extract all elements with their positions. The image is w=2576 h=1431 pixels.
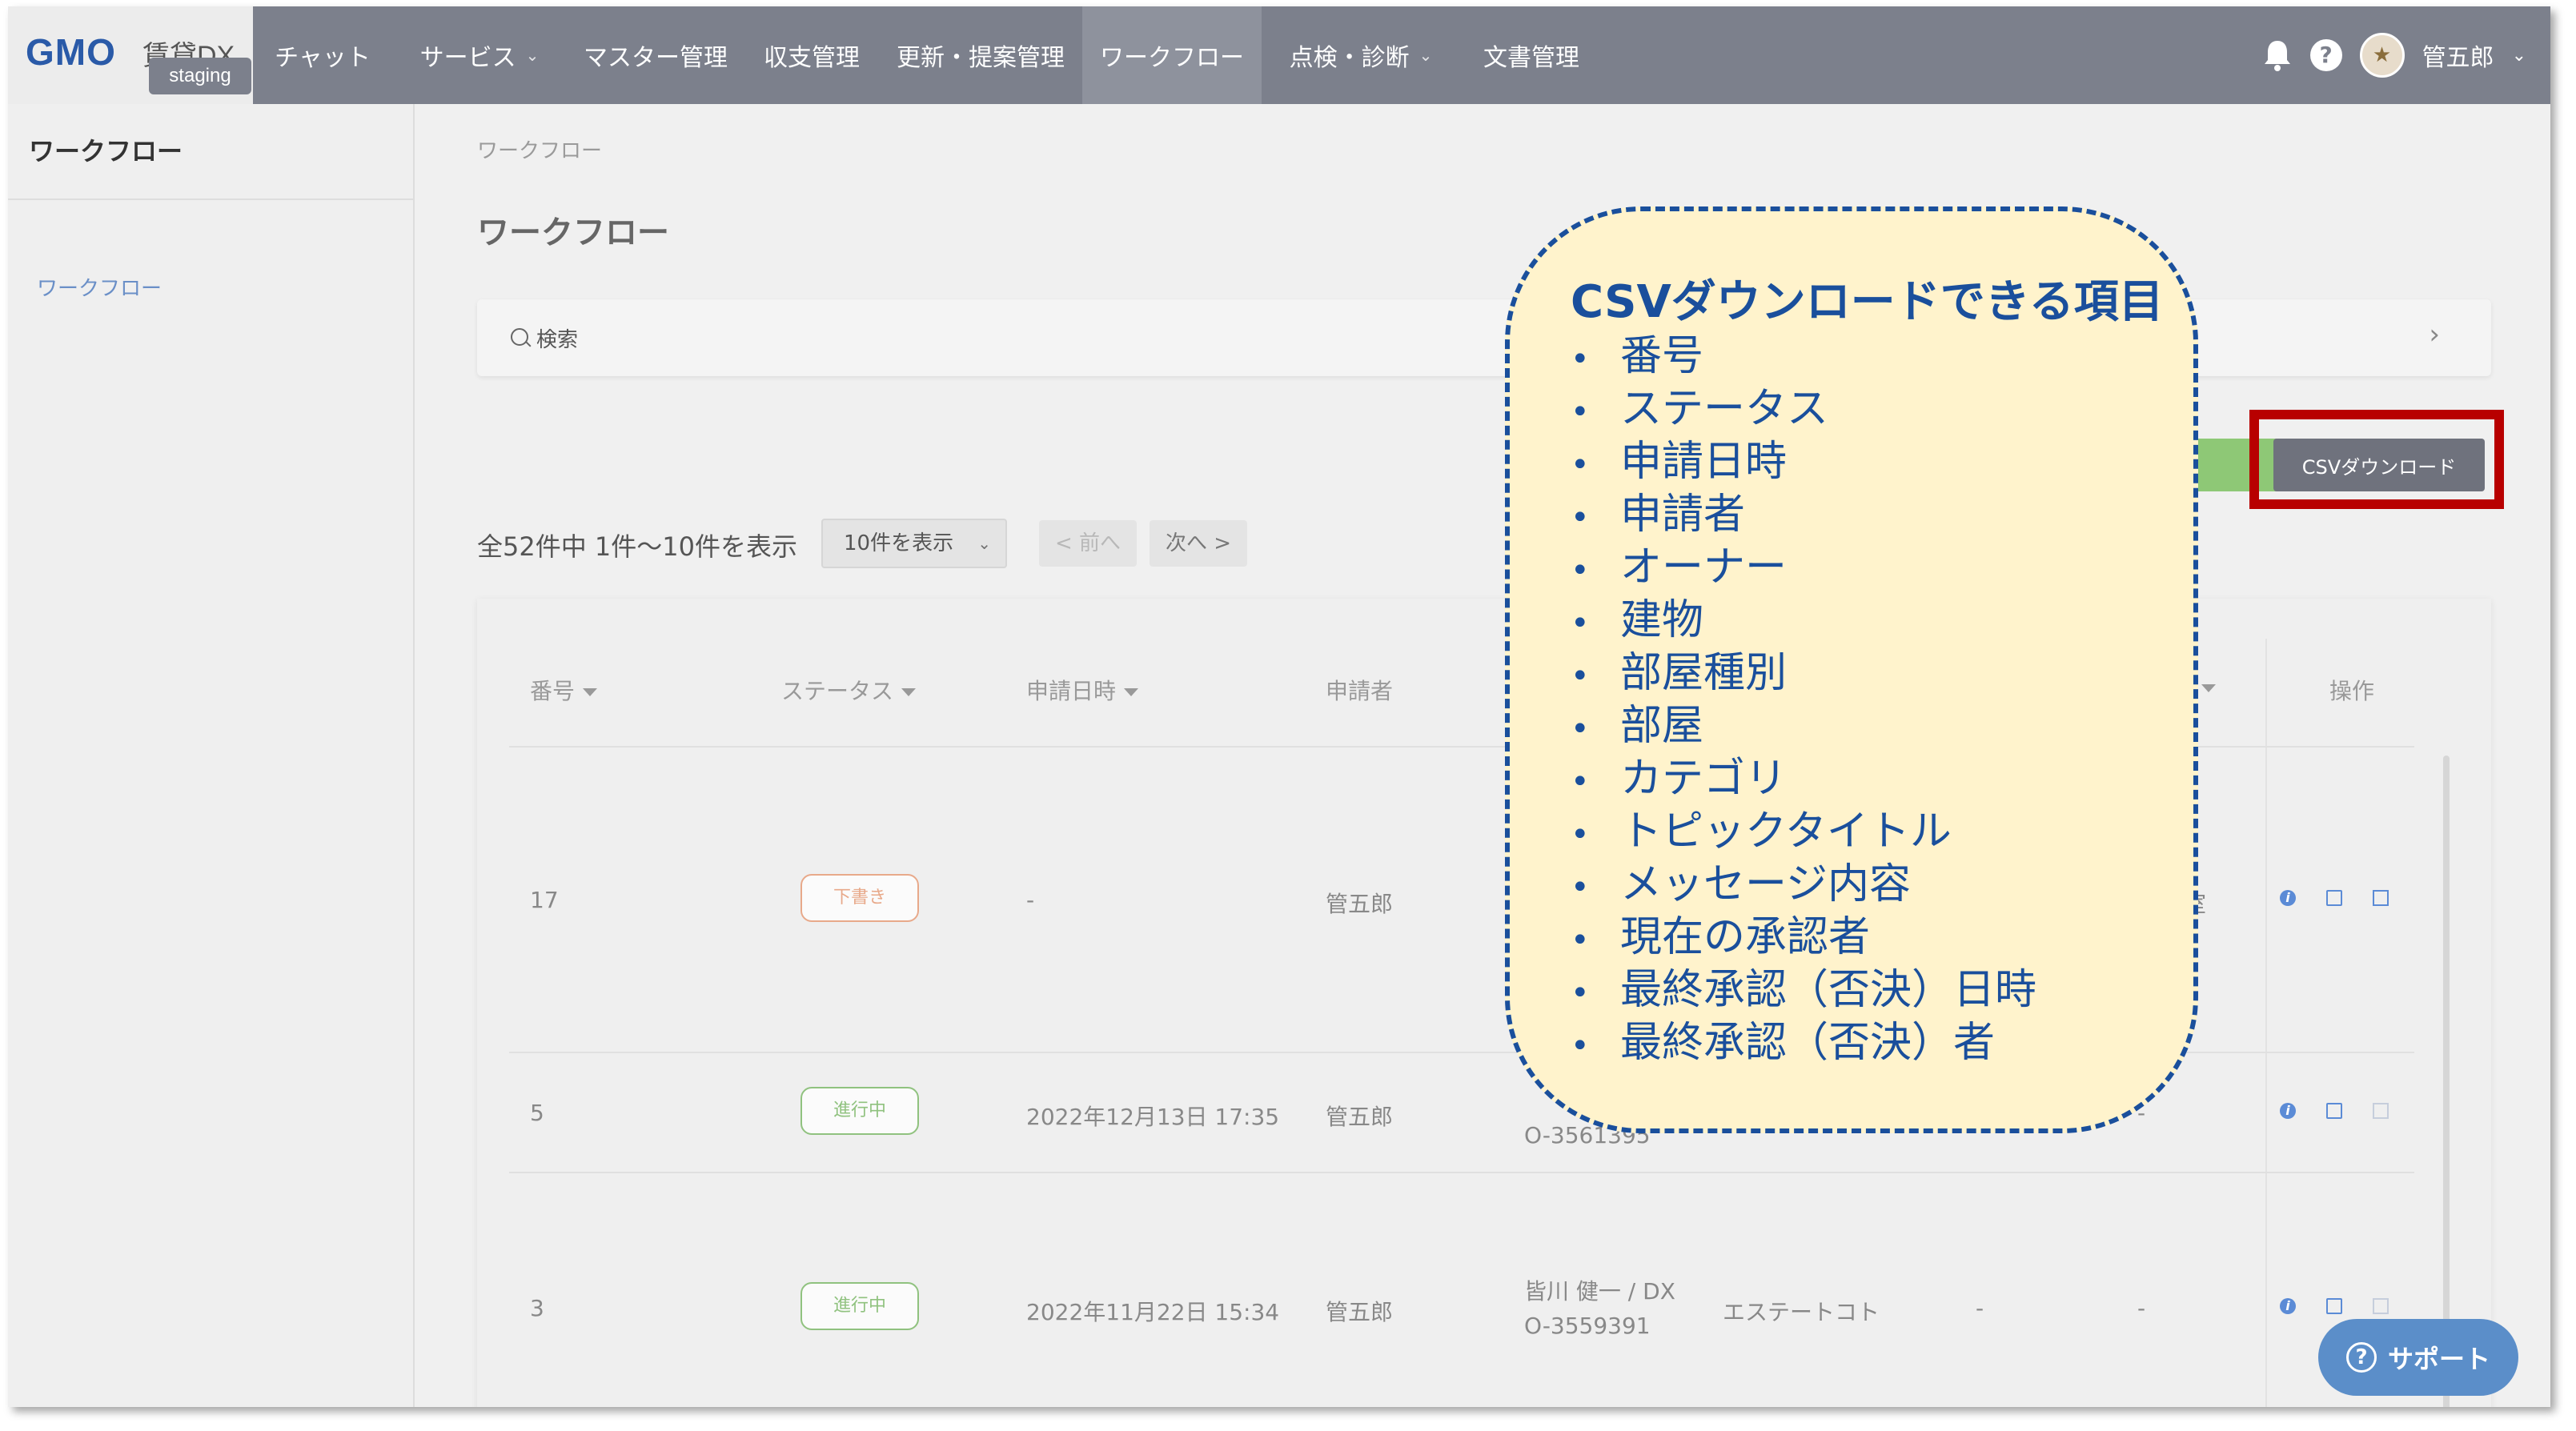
- list-item: • メッセージ内容: [1571, 860, 1911, 908]
- list-item: • 最終承認（否決）日時: [1571, 966, 2037, 1014]
- nav-master[interactable]: マスター管理: [567, 6, 744, 104]
- operations-divider: [2265, 639, 2267, 1407]
- sort-icon: [2201, 684, 2216, 692]
- list-item: • 申請日時: [1571, 438, 1788, 486]
- cell-owner-code: O-3559391: [1524, 1313, 1651, 1339]
- sort-icon: [901, 688, 917, 696]
- list-item: • 部屋: [1571, 702, 1704, 750]
- cell-applied-at: 2022年11月22日 15:34: [1026, 1299, 1280, 1325]
- th-operations: 操作: [2329, 678, 2375, 704]
- sidebar-title: ワークフロー: [29, 136, 183, 166]
- avatar[interactable]: ★: [2359, 33, 2405, 78]
- prev-page-button[interactable]: < 前へ: [1039, 520, 1137, 567]
- info-icon[interactable]: i: [2280, 1298, 2296, 1314]
- top-navigation-bar: GMO 賃貸DX staging チャット サービス ⌄ マスター管理 収支管理 …: [8, 6, 2550, 104]
- next-page-button[interactable]: 次へ >: [1150, 520, 1247, 567]
- logo-gmo: GMO: [26, 31, 116, 73]
- page-title: ワークフロー: [477, 214, 669, 251]
- cell-building: エステートコト: [1723, 1299, 1880, 1325]
- help-icon[interactable]: ?: [2309, 39, 2342, 71]
- cell-room-type: -: [1976, 1295, 1984, 1321]
- nav-service[interactable]: サービス ⌄: [392, 6, 567, 104]
- list-item: • 部屋種別: [1571, 649, 1788, 697]
- cell-applicant: 管五郎: [1326, 891, 1394, 917]
- chevron-down-icon[interactable]: ⌄: [2512, 46, 2526, 66]
- copy-icon[interactable]: [2326, 1298, 2342, 1314]
- nav-chat[interactable]: チャット: [253, 6, 392, 104]
- cell-number: 3: [530, 1295, 544, 1321]
- per-page-select[interactable]: 10件を表示 ⌄: [821, 519, 1007, 568]
- chevron-down-icon: ⌄: [525, 46, 540, 65]
- sidebar: ワークフロー ワークフロー: [8, 104, 415, 1407]
- cell-applied-at: -: [1026, 887, 1035, 913]
- info-icon[interactable]: i: [2280, 890, 2296, 906]
- main-nav: チャット サービス ⌄ マスター管理 収支管理 更新・提案管理 ワークフロー 点検…: [253, 6, 1603, 104]
- copy-icon[interactable]: [2326, 890, 2342, 906]
- user-name[interactable]: 管五郎: [2422, 38, 2494, 73]
- list-item: • 最終承認（否決）者: [1571, 1019, 1996, 1067]
- copy-icon[interactable]: [2326, 1103, 2342, 1119]
- support-button[interactable]: ? サポート: [2318, 1319, 2518, 1396]
- highlight-box: [2249, 410, 2504, 509]
- row-divider: [509, 1172, 2414, 1173]
- list-item: • トピックタイトル: [1571, 808, 1952, 856]
- nav-budget[interactable]: 収支管理: [744, 6, 879, 104]
- cell-applicant: 管五郎: [1326, 1299, 1394, 1325]
- list-item: • 建物: [1571, 596, 1704, 644]
- bell-icon[interactable]: [2262, 38, 2293, 72]
- list-item: • カテゴリ: [1571, 755, 1788, 803]
- cell-number: 5: [530, 1100, 544, 1126]
- logo[interactable]: GMO 賃貸DX staging: [8, 6, 253, 104]
- edit-icon[interactable]: [2373, 890, 2389, 906]
- th-status[interactable]: ステータス: [781, 674, 917, 706]
- search-icon: [511, 328, 528, 346]
- nav-inspection[interactable]: 点検・診断 ⌄: [1262, 6, 1460, 104]
- list-item: • 現在の承認者: [1571, 913, 1871, 961]
- sort-icon: [583, 688, 598, 696]
- chevron-down-icon: ⌄: [977, 534, 991, 553]
- app-window: GMO 賃貸DX staging チャット サービス ⌄ マスター管理 収支管理 …: [8, 6, 2550, 1407]
- breadcrumb[interactable]: ワークフロー: [477, 134, 602, 164]
- sort-icon: [1124, 688, 1139, 696]
- search-label: 検索: [536, 328, 579, 352]
- edit-icon: [2373, 1103, 2389, 1119]
- cell-owner-name: 皆川 健一 / DX: [1524, 1278, 1675, 1305]
- list-item: • 申請者: [1571, 491, 1746, 539]
- result-count: 全52件中 1件～10件を表示: [477, 531, 797, 562]
- th-applied-at[interactable]: 申請日時: [1026, 674, 1139, 706]
- cell-applicant: 管五郎: [1326, 1104, 1394, 1130]
- chevron-down-icon: ⌄: [1418, 46, 1433, 65]
- sidebar-item-workflow[interactable]: ワークフロー: [37, 272, 162, 302]
- csv-fields-callout: CSVダウンロードできる項目 • 番号 • ステータス • 申請日時 • 申請者 • オー…: [1505, 206, 2198, 1133]
- nav-renewal[interactable]: 更新・提案管理: [879, 6, 1082, 104]
- header-actions: ? ★ 管五郎 ⌄: [2262, 6, 2526, 104]
- status-badge: 進行中: [800, 1087, 919, 1135]
- status-badge: 下書き: [800, 874, 919, 922]
- list-item: • オーナー: [1571, 543, 1788, 591]
- cell-number: 17: [530, 887, 559, 913]
- env-badge: staging: [149, 58, 251, 94]
- cell-room: -: [2137, 1295, 2146, 1321]
- callout-title: CSVダウンロードできる項目: [1571, 276, 2164, 328]
- help-icon: ?: [2345, 1342, 2377, 1373]
- status-badge: 進行中: [800, 1282, 919, 1330]
- table-scrollbar[interactable]: [2443, 756, 2450, 1407]
- list-item: • ステータス: [1571, 385, 1829, 433]
- nav-workflow[interactable]: ワークフロー: [1082, 6, 1262, 104]
- nav-documents[interactable]: 文書管理: [1460, 6, 1603, 104]
- edit-icon: [2373, 1298, 2389, 1314]
- list-item: • 番号: [1571, 332, 1704, 380]
- cell-applied-at: 2022年12月13日 17:35: [1026, 1104, 1280, 1130]
- info-icon[interactable]: i: [2280, 1103, 2296, 1119]
- callout-list: • 番号 • ステータス • 申請日時 • 申請者 • オーナー • 建物 • 部屋種別 • 部…: [1571, 330, 2036, 1069]
- chevron-right-icon[interactable]: ›: [2429, 319, 2440, 351]
- sidebar-divider: [8, 198, 413, 200]
- th-number[interactable]: 番号: [530, 674, 598, 706]
- th-applicant: 申請者: [1326, 678, 1394, 704]
